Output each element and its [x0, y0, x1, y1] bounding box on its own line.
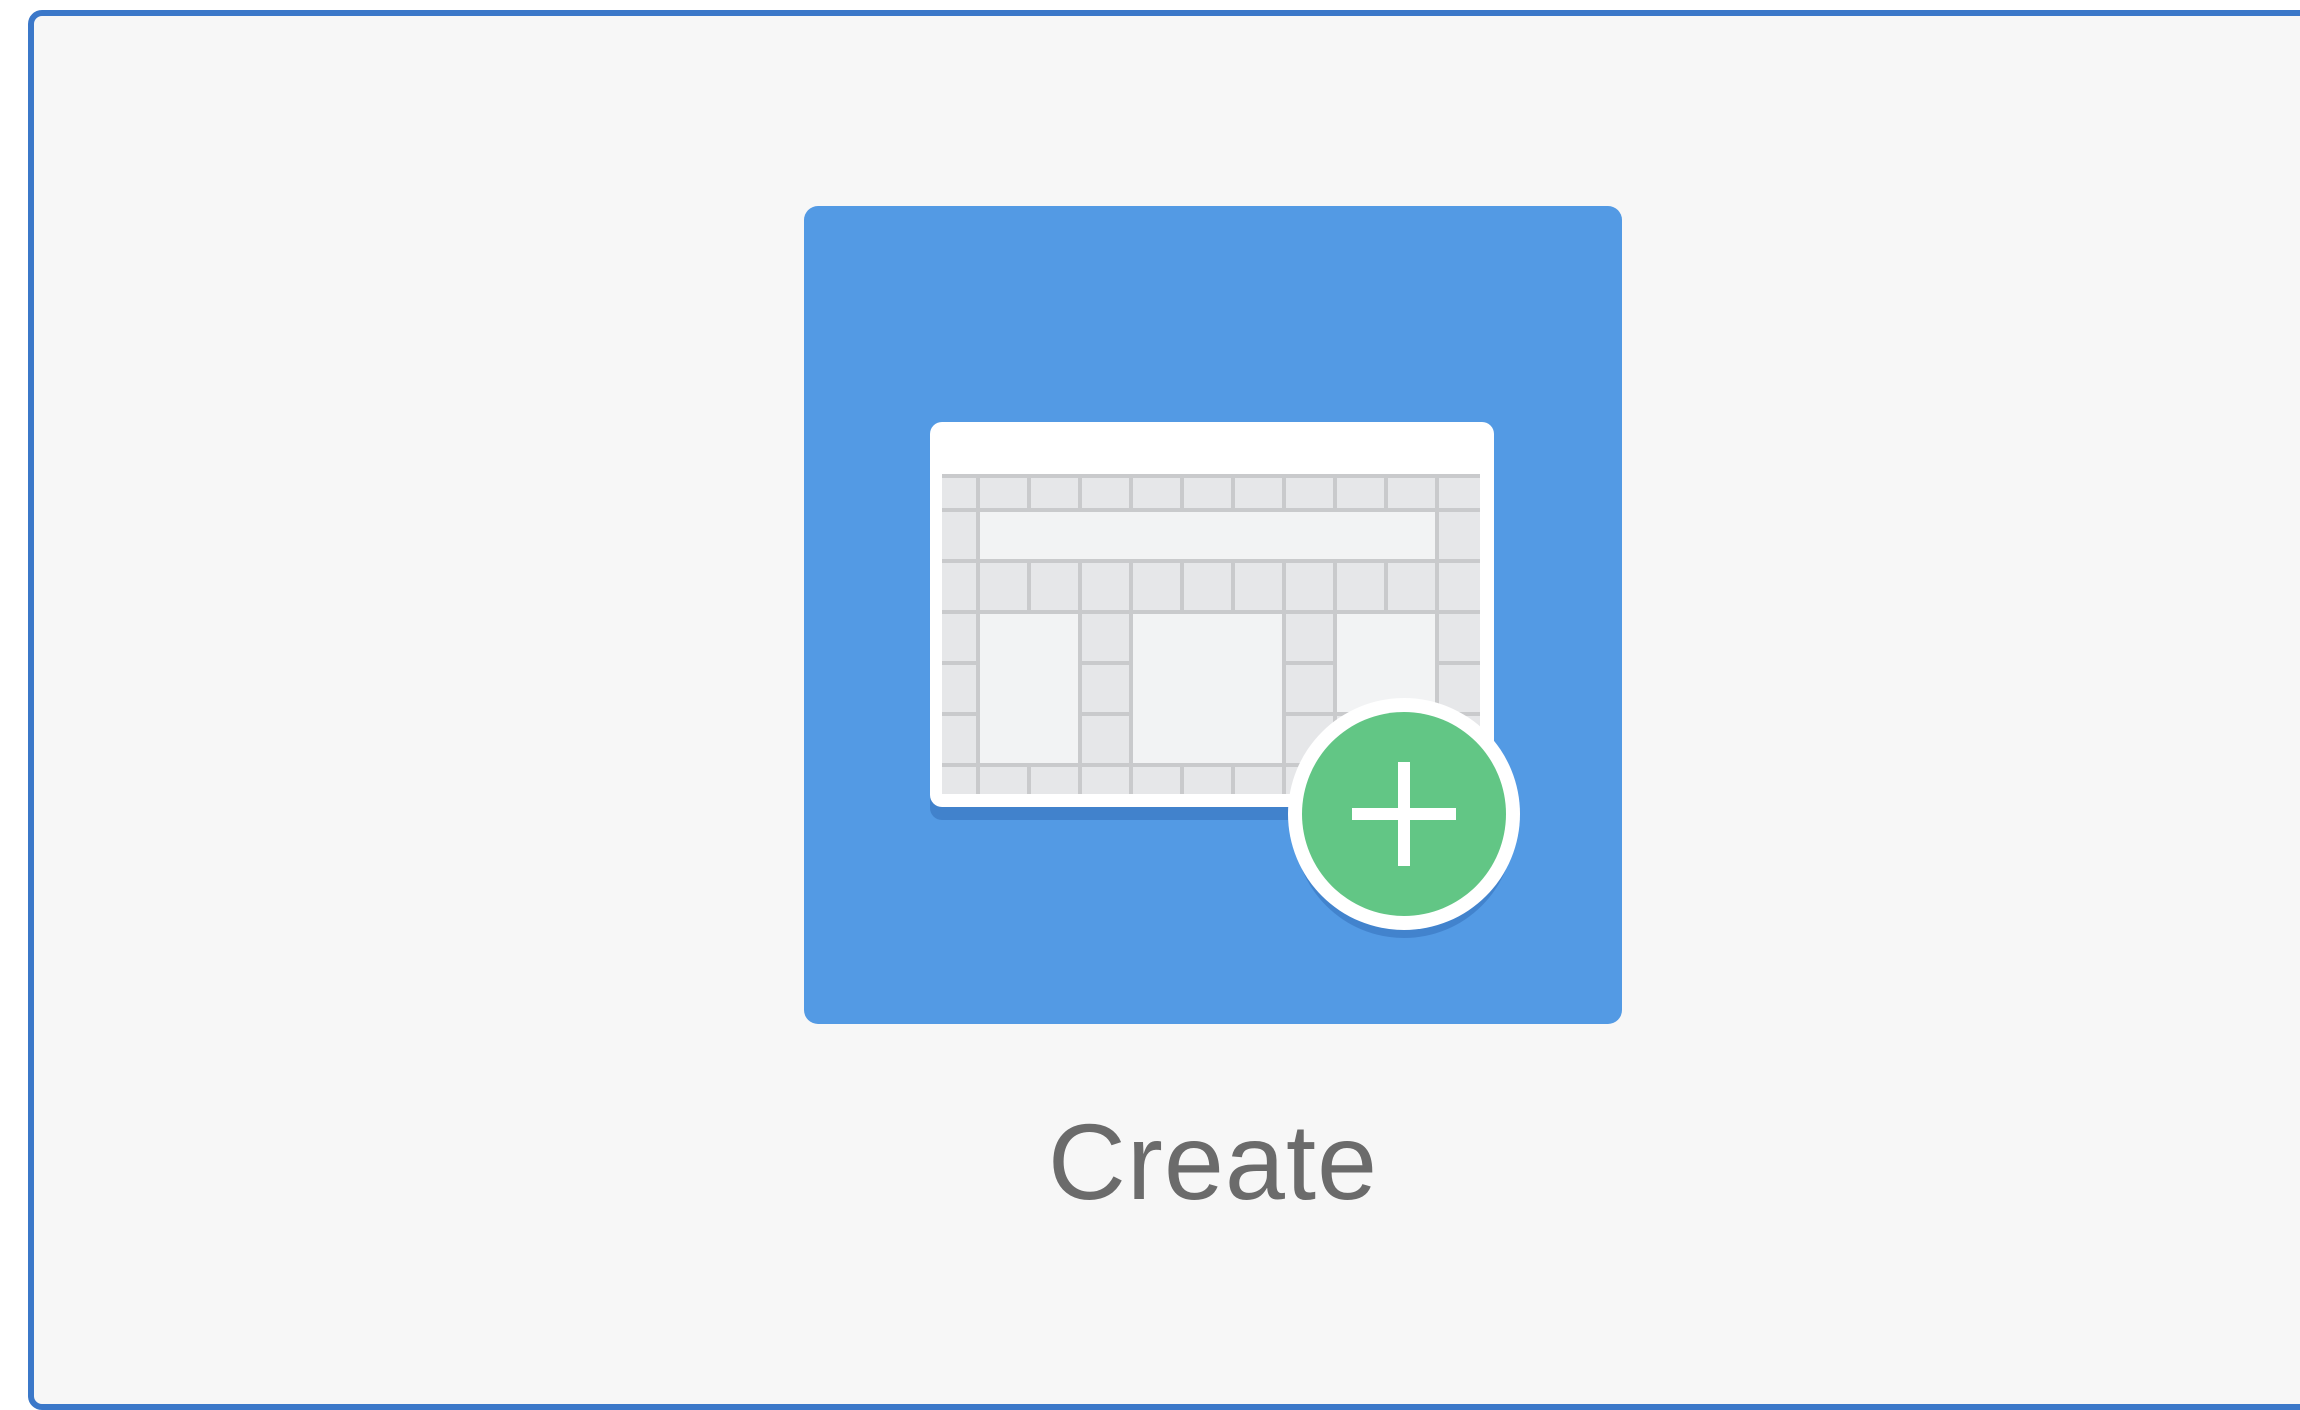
card-label: Create [1047, 1101, 1379, 1222]
create-card[interactable]: Create [28, 10, 2300, 1410]
table-with-add-icon [930, 422, 1520, 938]
plus-badge-icon [1288, 698, 1520, 930]
create-tile[interactable] [804, 206, 1622, 1024]
